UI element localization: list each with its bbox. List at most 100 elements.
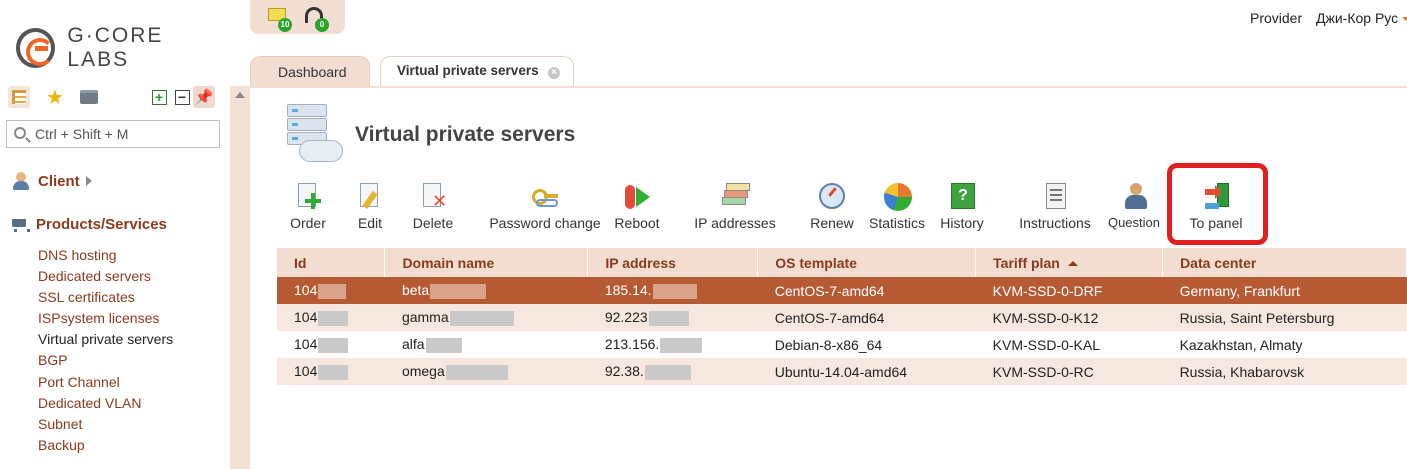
expand-all-icon[interactable]: + (148, 86, 170, 108)
history-icon: ? (947, 183, 977, 211)
ip-addresses-icon (720, 183, 750, 211)
table-row[interactable]: 104 alfa 213.156. Debian-8-x86_64 KVM-SS… (277, 331, 1407, 358)
cell-ip: 185.14. (604, 282, 652, 299)
cell-datacenter: Kazakhstan, Almaty (1162, 331, 1407, 358)
order-button[interactable]: Order (290, 183, 326, 233)
column-header-datacenter[interactable]: Data center (1162, 248, 1407, 277)
sidebar-section-products[interactable]: Products/Services (10, 216, 167, 233)
redacted-block (425, 337, 462, 353)
edit-document-icon (355, 183, 385, 211)
cell-tariff: KVM-SSD-0-RC (975, 358, 1163, 385)
delete-label: Delete (412, 215, 454, 231)
ip-addresses-label: IP addresses (694, 215, 776, 231)
sidebar-item-ispsystem-licenses[interactable]: ISPsystem licenses (38, 308, 173, 329)
tariff-header-label: Tariff plan (993, 254, 1060, 271)
tab-virtual-private-servers[interactable]: Virtual private servers × (380, 56, 574, 87)
instructions-button[interactable]: Instructions (1018, 183, 1092, 233)
cell-domain: gamma (401, 309, 449, 326)
redacted-block (648, 310, 689, 326)
question-button[interactable]: Question (1106, 183, 1162, 233)
sidebar-item-bgp[interactable]: BGP (38, 350, 173, 371)
key-icon (530, 183, 560, 211)
cell-tariff: KVM-SSD-0-K12 (975, 304, 1163, 331)
column-header-ip[interactable]: IP address (587, 248, 759, 277)
redacted-block (318, 310, 349, 326)
column-header-id[interactable]: Id (277, 248, 386, 277)
ip-addresses-button[interactable]: IP addresses (693, 183, 777, 233)
briefcase-icon[interactable] (78, 86, 100, 108)
redacted-block (449, 310, 514, 326)
logo-text: G·CORE LABS (67, 24, 164, 71)
to-panel-highlight (1167, 163, 1268, 245)
question-label: Question (1107, 215, 1161, 230)
reboot-label: Reboot (614, 215, 660, 231)
support-headset-icon[interactable]: 0 (303, 5, 329, 32)
password-change-button[interactable]: Password change (489, 183, 601, 233)
sidebar-item-ssl-certificates[interactable]: SSL certificates (38, 287, 173, 308)
sidebar: G·CORE LABS ★ + − 📌 Client Products/Serv… (0, 0, 230, 469)
delete-document-icon: ✕ (418, 183, 448, 211)
sidebar-item-port-channel[interactable]: Port Channel (38, 372, 173, 393)
instructions-icon (1040, 183, 1070, 211)
sidebar-toolbar: ★ + − 📌 (8, 86, 220, 109)
search-icon (14, 127, 26, 139)
cell-tariff: KVM-SSD-0-DRF (975, 277, 1163, 304)
tree-view-icon[interactable] (8, 86, 30, 108)
tab-dashboard-label: Dashboard (278, 64, 347, 80)
sidebar-item-dedicated-vlan[interactable]: Dedicated VLAN (38, 393, 173, 414)
redacted-block (445, 364, 508, 380)
tab-vps-label: Virtual private servers (397, 63, 539, 78)
redacted-block (652, 283, 697, 299)
support-count-badge: 0 (315, 18, 329, 32)
search-input[interactable] (35, 124, 215, 144)
sidebar-item-dns-hosting[interactable]: DNS hosting (38, 245, 173, 266)
table-header-row: Id Domain name IP address OS template Ta… (277, 248, 1407, 277)
provider-link[interactable]: Provider (1250, 10, 1302, 26)
menu-search[interactable] (6, 120, 220, 148)
reboot-button[interactable]: Reboot (614, 183, 660, 233)
mail-count-badge: 10 (278, 18, 292, 32)
column-header-domain[interactable]: Domain name (384, 248, 589, 277)
close-icon[interactable]: × (548, 67, 560, 79)
favorites-star-icon[interactable]: ★ (44, 86, 66, 109)
edit-button[interactable]: Edit (355, 183, 385, 233)
order-label: Order (290, 215, 326, 231)
cell-domain: alfa (401, 336, 425, 353)
cell-os: CentOS-7-amd64 (757, 277, 976, 304)
redacted-block (318, 283, 347, 299)
tab-dashboard[interactable]: Dashboard (250, 56, 370, 87)
cell-datacenter: Russia, Khabarovsk (1162, 358, 1407, 385)
column-header-os[interactable]: OS template (757, 248, 977, 277)
table-row[interactable]: 104 gamma 92.223 CentOS-7-amd64 KVM-SSD-… (277, 304, 1407, 331)
sidebar-item-subnet[interactable]: Subnet (38, 414, 173, 435)
delete-button[interactable]: ✕ Delete (412, 183, 454, 233)
column-header-tariff[interactable]: Tariff plan (975, 248, 1164, 277)
table-row[interactable]: 104 beta 185.14. CentOS-7-amd64 KVM-SSD-… (277, 277, 1407, 304)
cell-id: 104 (294, 282, 318, 299)
cell-ip: 213.156. (604, 336, 660, 353)
sidebar-section-client[interactable]: Client (12, 172, 92, 190)
table-row[interactable]: 104 omega 92.38. Ubuntu-14.04-amd64 KVM-… (277, 358, 1407, 385)
collapse-arrow-icon[interactable] (235, 92, 245, 98)
history-label: History (940, 215, 984, 231)
cell-os: Debian-8-x86_64 (757, 331, 976, 358)
logo[interactable]: G·CORE LABS (16, 24, 230, 72)
sidebar-splitter[interactable] (230, 86, 250, 469)
pin-icon[interactable]: 📌 (193, 86, 215, 108)
cell-ip: 92.38. (604, 363, 644, 380)
chevron-down-icon[interactable] (1402, 17, 1407, 21)
user-menu[interactable]: Джи-Кор Рус (1316, 10, 1398, 26)
sidebar-item-backup[interactable]: Backup (38, 435, 173, 456)
chevron-right-icon (85, 176, 92, 186)
sidebar-item-dedicated-servers[interactable]: Dedicated servers (38, 266, 173, 287)
sidebar-item-virtual-private-servers[interactable]: Virtual private servers (38, 329, 173, 350)
statistics-button[interactable]: Statistics (868, 183, 926, 233)
history-button[interactable]: ? History (940, 183, 984, 233)
tab-divider (250, 86, 1407, 88)
renew-button[interactable]: Renew (810, 183, 854, 233)
mail-notification-icon[interactable]: 10 (266, 5, 292, 32)
cell-os: Ubuntu-14.04-amd64 (757, 358, 976, 385)
redacted-block (318, 364, 349, 380)
cell-domain: omega (401, 363, 445, 380)
collapse-all-icon[interactable]: − (171, 86, 193, 108)
